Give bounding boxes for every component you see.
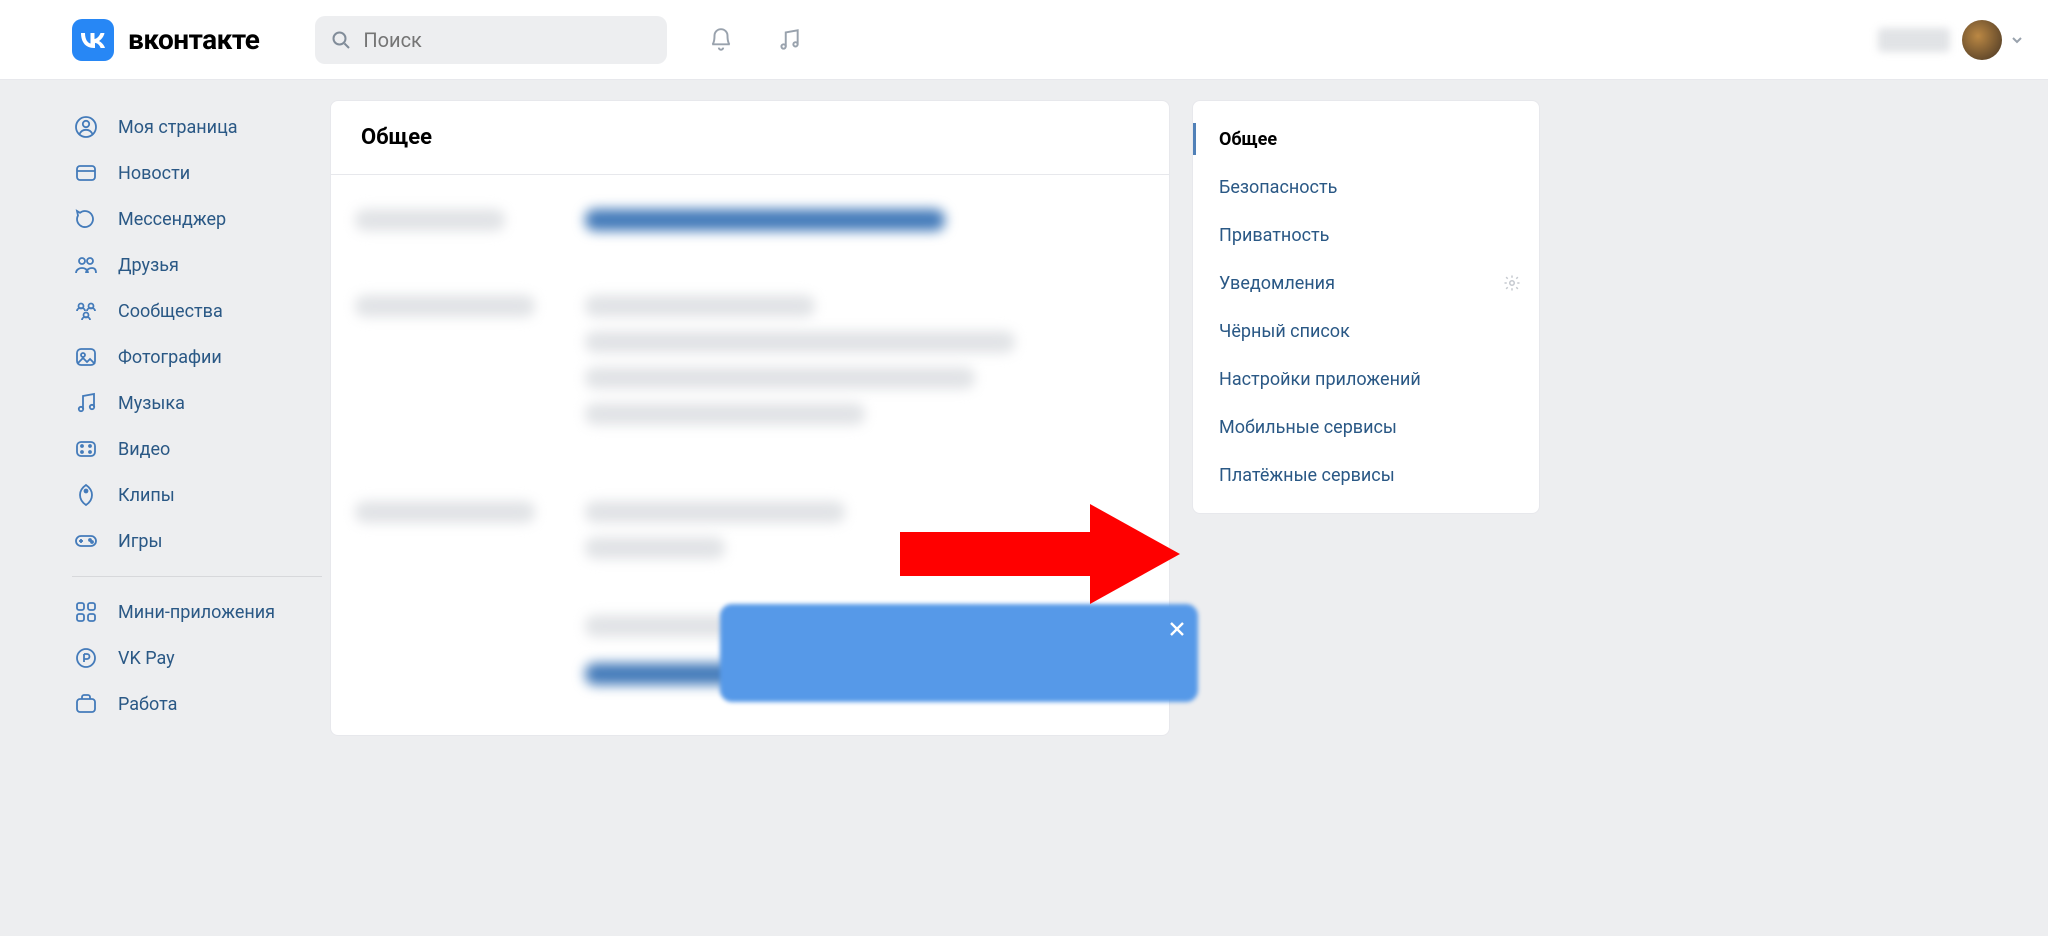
vk-logo[interactable] [72, 19, 114, 61]
notifications-icon[interactable] [707, 26, 735, 54]
settings-tab-mobile-services[interactable]: Мобильные сервисы [1193, 403, 1539, 451]
clips-icon [72, 481, 100, 509]
search-icon [331, 30, 351, 50]
video-icon [72, 435, 100, 463]
nav-games[interactable]: Игры [72, 518, 322, 564]
blurred-label [355, 501, 535, 523]
settings-tab-security[interactable]: Безопасность [1193, 163, 1539, 211]
chevron-down-icon[interactable] [2010, 33, 2024, 47]
search-input[interactable] [361, 27, 651, 53]
header-right [1878, 0, 2024, 80]
gear-icon[interactable] [1503, 274, 1521, 292]
avatar[interactable] [1962, 20, 2002, 60]
settings-tab-general[interactable]: Общее [1193, 115, 1539, 163]
nav-label: Игры [118, 531, 162, 552]
messenger-icon [72, 205, 100, 233]
nav-communities[interactable]: Сообщества [72, 288, 322, 334]
friends-icon [72, 251, 100, 279]
nav-label: Моя страница [118, 117, 238, 138]
top-header: вконтакте [0, 0, 2048, 80]
news-icon [72, 159, 100, 187]
tab-label: Общее [1219, 129, 1277, 150]
blurred-text [585, 501, 845, 523]
search-box[interactable] [315, 16, 667, 64]
nav-vkpay[interactable]: VK Pay [72, 635, 322, 681]
toast-notification [720, 604, 1198, 702]
nav-label: Друзья [118, 255, 179, 276]
nav-work[interactable]: Работа [72, 681, 322, 727]
communities-icon [72, 297, 100, 325]
blurred-text [585, 403, 865, 425]
blurred-label [355, 209, 505, 231]
miniapps-icon [72, 598, 100, 626]
left-nav: Моя страница Новости Мессенджер Друзья С… [72, 104, 322, 727]
work-icon [72, 690, 100, 718]
tab-label: Приватность [1219, 225, 1329, 246]
settings-tab-privacy[interactable]: Приватность [1193, 211, 1539, 259]
nav-miniapps[interactable]: Мини-приложения [72, 589, 322, 635]
tab-label: Настройки приложений [1219, 369, 1421, 390]
tab-label: Уведомления [1219, 273, 1335, 294]
tab-label: Платёжные сервисы [1219, 465, 1395, 486]
nav-news[interactable]: Новости [72, 150, 322, 196]
nav-friends[interactable]: Друзья [72, 242, 322, 288]
nav-label: Клипы [118, 485, 175, 506]
nav-label: Мессенджер [118, 209, 226, 230]
tab-label: Чёрный список [1219, 321, 1350, 342]
tab-label: Безопасность [1219, 177, 1337, 198]
nav-label: VK Pay [118, 648, 175, 669]
nav-label: Мини-приложения [118, 602, 275, 623]
photos-icon [72, 343, 100, 371]
games-icon [72, 527, 100, 555]
nav-clips[interactable]: Клипы [72, 472, 322, 518]
nav-my-page[interactable]: Моя страница [72, 104, 322, 150]
nav-music[interactable]: Музыка [72, 380, 322, 426]
nav-messenger[interactable]: Мессенджер [72, 196, 322, 242]
nav-label: Видео [118, 439, 170, 460]
settings-tab-payment-services[interactable]: Платёжные сервисы [1193, 451, 1539, 499]
settings-tab-notifications[interactable]: Уведомления [1193, 259, 1539, 307]
username-blurred [1878, 28, 1950, 52]
page-body: Моя страница Новости Мессенджер Друзья С… [0, 80, 2048, 936]
music-icon[interactable] [775, 26, 803, 54]
nav-video[interactable]: Видео [72, 426, 322, 472]
blurred-text [585, 537, 725, 559]
blurred-text [585, 295, 815, 317]
close-icon[interactable] [1164, 616, 1190, 642]
settings-title: Общее [331, 101, 1169, 175]
nav-label: Новости [118, 163, 190, 184]
nav-label: Музыка [118, 393, 185, 414]
settings-tab-app-settings[interactable]: Настройки приложений [1193, 355, 1539, 403]
vkpay-icon [72, 644, 100, 672]
nav-label: Сообщества [118, 301, 223, 322]
tab-label: Мобильные сервисы [1219, 417, 1397, 438]
nav-label: Работа [118, 694, 177, 715]
settings-sidebar: Общее Безопасность Приватность Уведомлен… [1192, 100, 1540, 514]
nav-separator [72, 576, 322, 577]
music-nav-icon [72, 389, 100, 417]
settings-tab-blacklist[interactable]: Чёрный список [1193, 307, 1539, 355]
blurred-link [585, 209, 945, 231]
nav-label: Фотографии [118, 347, 222, 368]
nav-photos[interactable]: Фотографии [72, 334, 322, 380]
blurred-text [585, 367, 975, 389]
profile-icon [72, 113, 100, 141]
blurred-text [585, 331, 1015, 353]
brand-text[interactable]: вконтакте [128, 23, 259, 56]
blurred-label [355, 295, 535, 317]
